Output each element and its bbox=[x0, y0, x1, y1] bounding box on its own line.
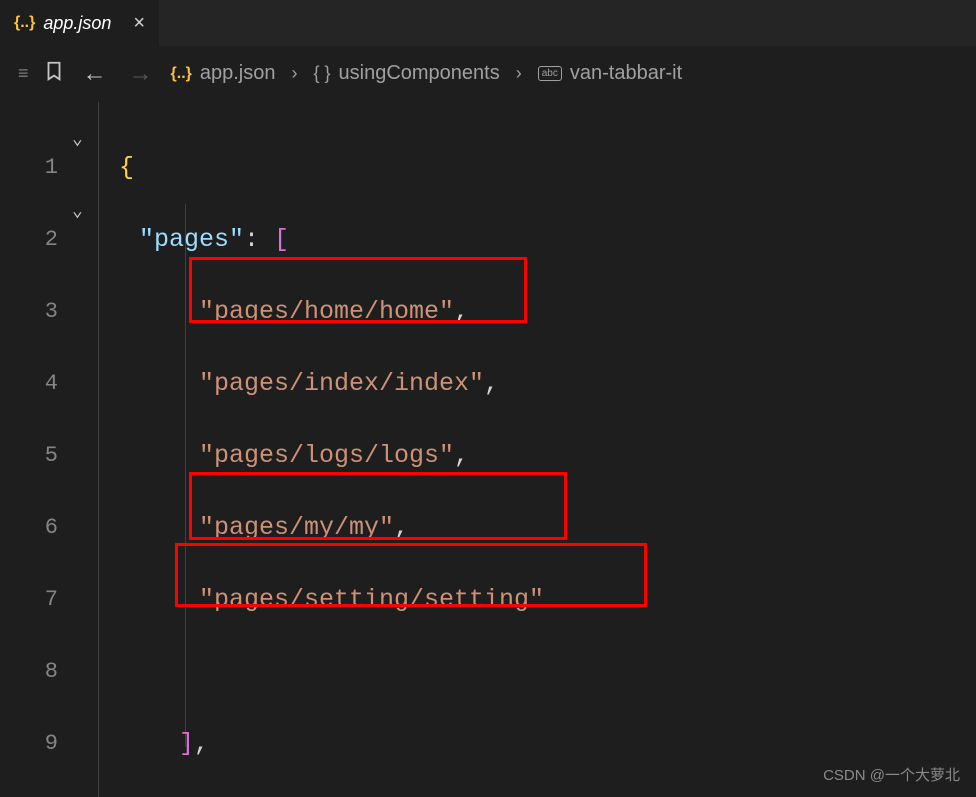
tab-spacer bbox=[160, 0, 976, 46]
line-number: 6 bbox=[0, 492, 98, 564]
code-line[interactable]: "pages/logs/logs", bbox=[99, 420, 976, 492]
nav-back-icon[interactable]: ← bbox=[79, 60, 111, 88]
watermark: CSDN @一个大萝北 bbox=[823, 764, 960, 785]
bookmark-icon[interactable] bbox=[43, 60, 65, 88]
token-comma: , bbox=[454, 420, 469, 492]
close-icon[interactable]: × bbox=[133, 12, 145, 35]
token-comma: , bbox=[194, 708, 209, 780]
chevron-right-icon: › bbox=[289, 63, 299, 84]
breadcrumb-label: van-tabbar-it bbox=[570, 62, 682, 85]
chevron-right-icon: › bbox=[514, 63, 524, 84]
line-number: 8 bbox=[0, 636, 98, 708]
token-comma: , bbox=[454, 276, 469, 348]
code-editor[interactable]: ⌄ ⌄ 1 2 3 4 5 6 7 8 9 {"pages": ["pages/… bbox=[0, 102, 976, 797]
code-line[interactable]: { bbox=[99, 132, 976, 204]
token-str: "pages/setting/setting" bbox=[199, 564, 544, 636]
code-line[interactable]: "pages": [ bbox=[99, 204, 976, 276]
line-number: 7 bbox=[0, 564, 98, 636]
line-number: 5 bbox=[0, 420, 98, 492]
token-str: "pages/home/home" bbox=[199, 276, 454, 348]
token-bracket: ] bbox=[179, 708, 194, 780]
string-icon: abc bbox=[538, 66, 562, 81]
json-icon: {..} bbox=[171, 65, 192, 83]
code-line[interactable]: "pages/setting/setting" bbox=[99, 564, 976, 636]
token-comma: , bbox=[484, 348, 499, 420]
braces-icon: { } bbox=[313, 63, 330, 84]
token-key: "pages" bbox=[139, 204, 244, 276]
breadcrumb-bar: ≡ ← → {..} app.json › { } usingComponent… bbox=[0, 46, 976, 102]
line-number: 3 bbox=[0, 276, 98, 348]
token-str: "pages/my/my" bbox=[199, 492, 394, 564]
token-brace: { bbox=[119, 132, 134, 204]
json-file-icon: {..} bbox=[14, 14, 35, 32]
tab-bar: {..} app.json × bbox=[0, 0, 976, 46]
tab-active[interactable]: {..} app.json × bbox=[0, 0, 160, 46]
line-number: 4 bbox=[0, 348, 98, 420]
code-line[interactable]: "pages/home/home", bbox=[99, 276, 976, 348]
menu-icon[interactable]: ≡ bbox=[18, 63, 29, 84]
breadcrumb-label: app.json bbox=[200, 62, 276, 85]
token-str: "pages/index/index" bbox=[199, 348, 484, 420]
code-line[interactable]: "pages/index/index", bbox=[99, 348, 976, 420]
line-gutter: ⌄ ⌄ 1 2 3 4 5 6 7 8 9 bbox=[0, 102, 98, 797]
code-line[interactable]: "pages/my/my", bbox=[99, 492, 976, 564]
nav-forward-icon[interactable]: → bbox=[125, 60, 157, 88]
breadcrumb-item[interactable]: { } usingComponents bbox=[313, 62, 499, 85]
line-number: 9 bbox=[0, 708, 98, 780]
token-bracket: [ bbox=[274, 204, 289, 276]
code-line[interactable] bbox=[99, 636, 976, 708]
breadcrumb-item[interactable]: {..} app.json bbox=[171, 62, 276, 85]
breadcrumb-item[interactable]: abc van-tabbar-it bbox=[538, 62, 682, 85]
fold-chevron-icon[interactable]: ⌄ bbox=[72, 200, 83, 222]
fold-chevron-icon[interactable]: ⌄ bbox=[72, 128, 83, 150]
breadcrumb-label: usingComponents bbox=[339, 62, 500, 85]
token-str: "pages/logs/logs" bbox=[199, 420, 454, 492]
line-number: 1 bbox=[0, 132, 98, 204]
token-comma: , bbox=[394, 492, 409, 564]
tab-title: app.json bbox=[43, 13, 111, 34]
line-number: 2 bbox=[0, 204, 98, 276]
token-colon: : bbox=[244, 204, 274, 276]
code-content[interactable]: {"pages": ["pages/home/home","pages/inde… bbox=[98, 102, 976, 797]
